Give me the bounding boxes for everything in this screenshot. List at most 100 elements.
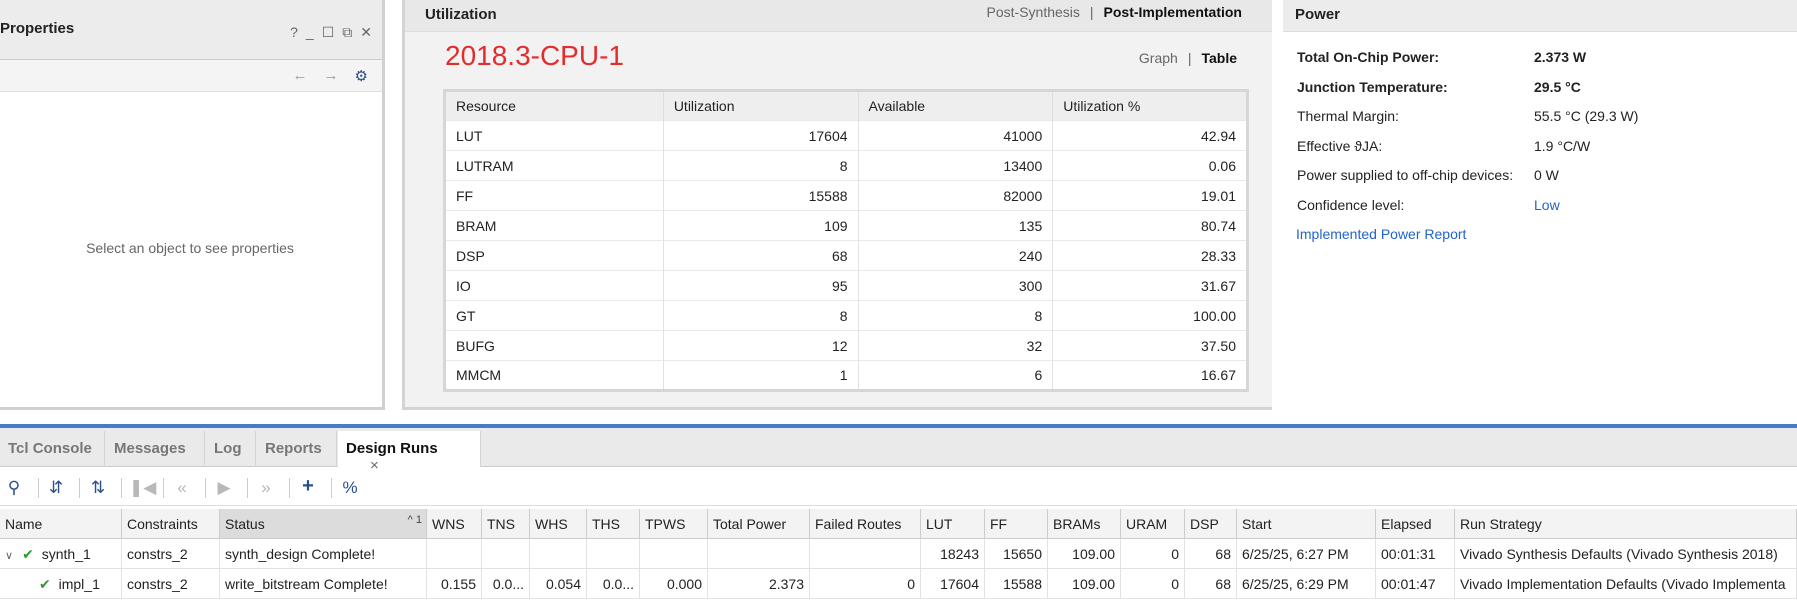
forward-arrow-icon[interactable]: → [324,67,339,85]
tpws-text: 0.000 [666,576,702,592]
search-icon[interactable]: ⚲ [3,478,25,498]
power-value: 55.5 °C (29.3 W) [1534,108,1639,124]
column-label: WNS [432,516,465,532]
tab-log[interactable]: Log [206,431,256,467]
status-cell: synth_design Complete! [220,539,427,569]
minimize-icon[interactable]: _ [306,24,314,41]
gear-icon[interactable]: ⚙ [355,67,368,85]
power-report-link[interactable]: Implemented Power Report [1296,226,1466,242]
col-resource[interactable]: Resource [444,90,664,121]
col-wns[interactable]: WNS [427,509,482,539]
col-dsp[interactable]: DSP [1185,509,1237,539]
table-row[interactable]: LUTRAM 8 13400 0.06 [444,150,1248,181]
col-lut[interactable]: LUT [921,509,985,539]
expand-all-icon[interactable]: ⇅ [87,478,109,498]
run-icon[interactable]: ▶ [213,478,235,498]
resource-cell: LUTRAM [444,150,664,181]
col-power[interactable]: Total Power [708,509,810,539]
resource-cell: BRAM [444,210,664,241]
first-icon[interactable]: ❚◀ [129,478,156,498]
tab-reports[interactable]: Reports [257,431,337,467]
col-status[interactable]: Status ^ 1 [220,509,427,539]
dsp-cell: 68 [1185,569,1237,599]
col-strategy[interactable]: Run Strategy [1455,509,1797,539]
whs-cell: 0.054 [530,569,587,599]
design-runs-table: Name Constraints Status ^ 1 WNS TNS WHS THS TPWS… [0,509,1797,603]
tab-post-synthesis[interactable]: Post-Synthesis [987,4,1080,20]
table-row[interactable]: IO 95 300 31.67 [444,270,1248,301]
elapsed-text: 00:01:47 [1381,576,1436,592]
col-constraints[interactable]: Constraints [122,509,220,539]
table-row[interactable]: GT 8 8 100.00 [444,300,1248,331]
help-icon[interactable]: ? [290,24,298,41]
back-arrow-icon[interactable]: ← [293,67,308,85]
utilization-pct-cell: 37.50 [1052,330,1248,361]
chevron-down-icon[interactable]: ∨ [5,550,16,562]
power-label: Thermal Margin: [1297,108,1399,124]
design-runs-toolbar: ⚲ ⇵ ⇅ ❚◀ « ▶ » + % [0,470,1797,506]
percent-icon[interactable]: % [339,478,361,498]
toolbar-divider [205,478,206,498]
col-utilization[interactable]: Utilization [663,90,859,121]
col-whs[interactable]: WHS [530,509,587,539]
utilization-cell: 1 [663,360,859,391]
col-failed[interactable]: Failed Routes [810,509,921,539]
collapse-all-icon[interactable]: ⇵ [45,478,67,498]
confidence-level-link[interactable]: Low [1534,197,1560,213]
elapsed-cell: 00:01:31 [1376,539,1455,569]
lut-text: 17604 [940,576,979,592]
table-row[interactable]: MMCM 1 6 16.67 [444,360,1248,391]
add-icon[interactable]: + [297,475,319,497]
previous-icon[interactable]: « [171,478,193,498]
constraints-text: constrs_2 [127,576,188,592]
available-cell: 135 [858,210,1054,241]
tab-design-runs[interactable]: Design Runs × [338,431,481,474]
column-label: Elapsed [1381,516,1432,532]
maximize-icon[interactable]: ☐ [322,24,335,41]
close-icon[interactable]: ✕ [360,24,372,41]
float-icon[interactable]: ⧉ [342,24,352,41]
col-uram[interactable]: URAM [1121,509,1185,539]
tab-design-runs-label: Design Runs [346,440,438,457]
column-label: WHS [535,516,568,532]
view-table[interactable]: Table [1201,50,1237,66]
toolbar-divider [38,478,39,498]
view-separator: | [1187,50,1192,66]
available-cell: 8 [858,300,1054,331]
name-cell[interactable]: ✔ impl_1 [0,569,122,599]
properties-title: Properties [0,20,75,37]
col-ths[interactable]: THS [587,509,640,539]
tab-tcl-console[interactable]: Tcl Console [0,431,105,467]
whs-cell [530,539,587,569]
table-row[interactable]: DSP 68 240 28.33 [444,240,1248,271]
table-row[interactable]: FF 15588 82000 19.01 [444,180,1248,211]
status-text: write_bitstream Complete! [225,576,388,592]
column-label: Status [225,516,265,532]
table-row[interactable]: BUFG 12 32 37.50 [444,330,1248,361]
col-name[interactable]: Name [0,509,122,539]
col-brams[interactable]: BRAMs [1048,509,1121,539]
toolbar-divider [163,478,164,498]
col-start[interactable]: Start [1237,509,1376,539]
col-tpws[interactable]: TPWS [640,509,708,539]
next-icon[interactable]: » [255,478,277,498]
sort-indicator-icon[interactable]: ^ 1 [408,514,422,526]
toolbar-divider [79,478,80,498]
col-utilization-pct[interactable]: Utilization % [1052,90,1248,121]
power-text: 2.373 [768,576,804,592]
tab-messages[interactable]: Messages [106,431,205,467]
view-graph[interactable]: Graph [1139,50,1178,66]
table-row[interactable]: BRAM 109 135 80.74 [444,210,1248,241]
col-available[interactable]: Available [858,90,1054,121]
utilization-title: Utilization [425,6,497,23]
name-cell[interactable]: ∨ ✔ synth_1 [0,539,122,569]
col-tns[interactable]: TNS [482,509,530,539]
tpws-cell: 0.000 [640,569,708,599]
table-header-row: Resource Utilization Available Utilizati… [444,90,1248,121]
col-elapsed[interactable]: Elapsed [1376,509,1455,539]
tab-post-implementation[interactable]: Post-Implementation [1104,4,1242,20]
uram-cell: 0 [1121,539,1185,569]
col-ff[interactable]: FF [985,509,1048,539]
table-row[interactable]: LUT 17604 41000 42.94 [444,120,1248,151]
power-value: 1.9 °C/W [1534,138,1591,154]
